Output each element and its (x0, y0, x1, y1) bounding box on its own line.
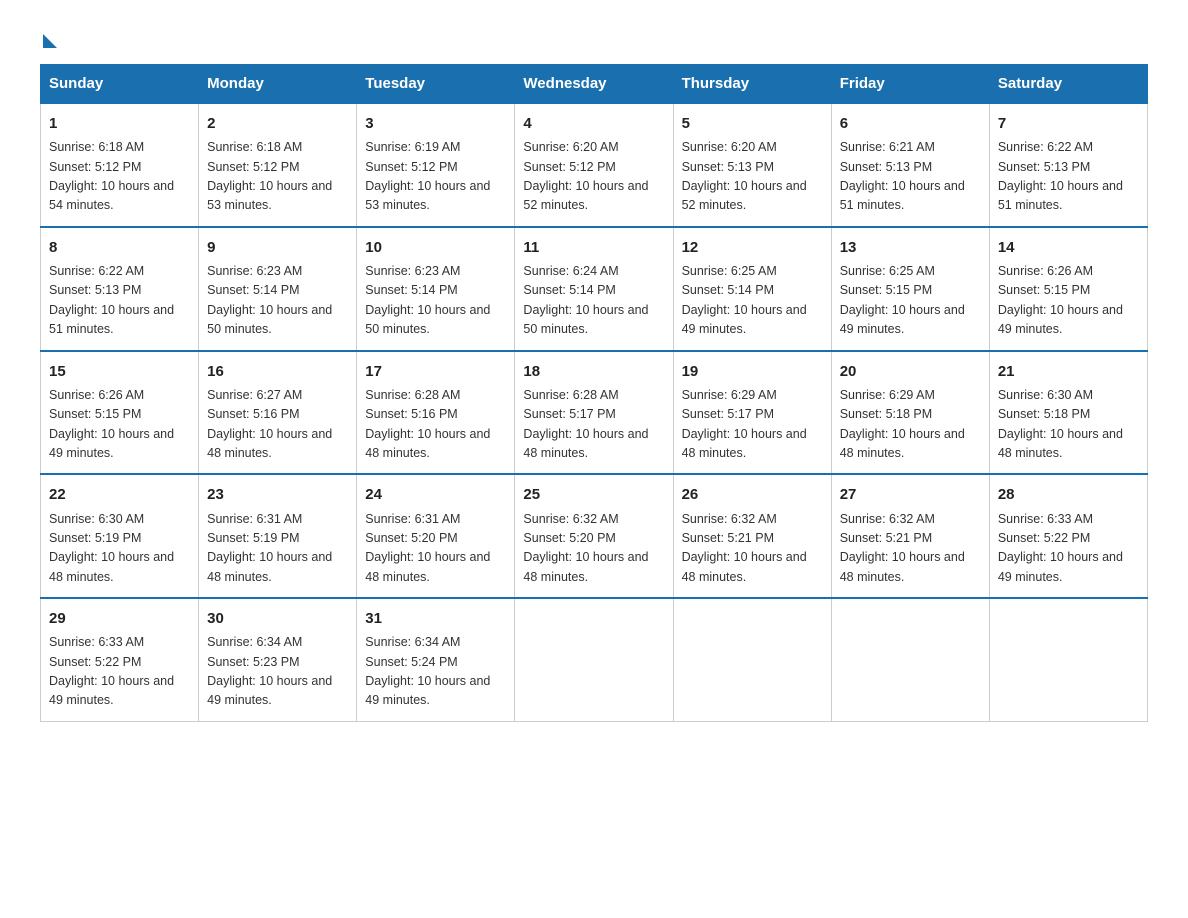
calendar-cell: 17Sunrise: 6:28 AMSunset: 5:16 PMDayligh… (357, 351, 515, 475)
week-row-2: 8Sunrise: 6:22 AMSunset: 5:13 PMDaylight… (41, 227, 1148, 351)
calendar-cell: 26Sunrise: 6:32 AMSunset: 5:21 PMDayligh… (673, 474, 831, 598)
col-header-friday: Friday (831, 65, 989, 104)
col-header-tuesday: Tuesday (357, 65, 515, 104)
calendar-cell: 30Sunrise: 6:34 AMSunset: 5:23 PMDayligh… (199, 598, 357, 721)
week-row-5: 29Sunrise: 6:33 AMSunset: 5:22 PMDayligh… (41, 598, 1148, 721)
day-number: 3 (365, 112, 506, 135)
calendar-cell: 24Sunrise: 6:31 AMSunset: 5:20 PMDayligh… (357, 474, 515, 598)
calendar-cell: 31Sunrise: 6:34 AMSunset: 5:24 PMDayligh… (357, 598, 515, 721)
day-number: 27 (840, 483, 981, 506)
day-number: 31 (365, 607, 506, 630)
day-number: 6 (840, 112, 981, 135)
calendar-cell: 14Sunrise: 6:26 AMSunset: 5:15 PMDayligh… (989, 227, 1147, 351)
calendar-cell: 22Sunrise: 6:30 AMSunset: 5:19 PMDayligh… (41, 474, 199, 598)
day-number: 9 (207, 236, 348, 259)
calendar-cell: 16Sunrise: 6:27 AMSunset: 5:16 PMDayligh… (199, 351, 357, 475)
calendar-cell: 11Sunrise: 6:24 AMSunset: 5:14 PMDayligh… (515, 227, 673, 351)
day-number: 4 (523, 112, 664, 135)
day-number: 20 (840, 360, 981, 383)
week-row-3: 15Sunrise: 6:26 AMSunset: 5:15 PMDayligh… (41, 351, 1148, 475)
calendar-cell (673, 598, 831, 721)
logo (40, 30, 57, 44)
calendar-cell: 19Sunrise: 6:29 AMSunset: 5:17 PMDayligh… (673, 351, 831, 475)
day-number: 29 (49, 607, 190, 630)
col-header-saturday: Saturday (989, 65, 1147, 104)
calendar-cell: 2Sunrise: 6:18 AMSunset: 5:12 PMDaylight… (199, 103, 357, 227)
day-number: 13 (840, 236, 981, 259)
calendar-cell: 6Sunrise: 6:21 AMSunset: 5:13 PMDaylight… (831, 103, 989, 227)
day-number: 16 (207, 360, 348, 383)
day-number: 21 (998, 360, 1139, 383)
day-number: 7 (998, 112, 1139, 135)
day-number: 5 (682, 112, 823, 135)
calendar-cell: 5Sunrise: 6:20 AMSunset: 5:13 PMDaylight… (673, 103, 831, 227)
day-number: 14 (998, 236, 1139, 259)
page-header (40, 30, 1148, 44)
day-number: 18 (523, 360, 664, 383)
day-number: 17 (365, 360, 506, 383)
calendar-table: SundayMondayTuesdayWednesdayThursdayFrid… (40, 64, 1148, 722)
calendar-cell: 12Sunrise: 6:25 AMSunset: 5:14 PMDayligh… (673, 227, 831, 351)
day-number: 15 (49, 360, 190, 383)
calendar-cell (515, 598, 673, 721)
calendar-cell: 1Sunrise: 6:18 AMSunset: 5:12 PMDaylight… (41, 103, 199, 227)
day-number: 19 (682, 360, 823, 383)
calendar-cell: 3Sunrise: 6:19 AMSunset: 5:12 PMDaylight… (357, 103, 515, 227)
day-number: 23 (207, 483, 348, 506)
calendar-cell: 29Sunrise: 6:33 AMSunset: 5:22 PMDayligh… (41, 598, 199, 721)
calendar-cell: 10Sunrise: 6:23 AMSunset: 5:14 PMDayligh… (357, 227, 515, 351)
day-number: 1 (49, 112, 190, 135)
calendar-cell: 25Sunrise: 6:32 AMSunset: 5:20 PMDayligh… (515, 474, 673, 598)
calendar-cell: 21Sunrise: 6:30 AMSunset: 5:18 PMDayligh… (989, 351, 1147, 475)
col-header-wednesday: Wednesday (515, 65, 673, 104)
week-row-4: 22Sunrise: 6:30 AMSunset: 5:19 PMDayligh… (41, 474, 1148, 598)
day-number: 28 (998, 483, 1139, 506)
calendar-cell: 18Sunrise: 6:28 AMSunset: 5:17 PMDayligh… (515, 351, 673, 475)
day-number: 8 (49, 236, 190, 259)
calendar-cell: 7Sunrise: 6:22 AMSunset: 5:13 PMDaylight… (989, 103, 1147, 227)
calendar-cell: 13Sunrise: 6:25 AMSunset: 5:15 PMDayligh… (831, 227, 989, 351)
calendar-cell: 15Sunrise: 6:26 AMSunset: 5:15 PMDayligh… (41, 351, 199, 475)
day-number: 11 (523, 236, 664, 259)
day-number: 2 (207, 112, 348, 135)
calendar-cell: 28Sunrise: 6:33 AMSunset: 5:22 PMDayligh… (989, 474, 1147, 598)
calendar-cell: 27Sunrise: 6:32 AMSunset: 5:21 PMDayligh… (831, 474, 989, 598)
col-header-monday: Monday (199, 65, 357, 104)
logo-arrow-icon (43, 34, 57, 48)
calendar-cell: 8Sunrise: 6:22 AMSunset: 5:13 PMDaylight… (41, 227, 199, 351)
day-number: 25 (523, 483, 664, 506)
week-row-1: 1Sunrise: 6:18 AMSunset: 5:12 PMDaylight… (41, 103, 1148, 227)
day-number: 26 (682, 483, 823, 506)
calendar-cell: 20Sunrise: 6:29 AMSunset: 5:18 PMDayligh… (831, 351, 989, 475)
day-number: 10 (365, 236, 506, 259)
calendar-cell: 9Sunrise: 6:23 AMSunset: 5:14 PMDaylight… (199, 227, 357, 351)
day-number: 30 (207, 607, 348, 630)
day-number: 24 (365, 483, 506, 506)
calendar-cell (831, 598, 989, 721)
day-number: 22 (49, 483, 190, 506)
day-number: 12 (682, 236, 823, 259)
calendar-cell (989, 598, 1147, 721)
col-header-sunday: Sunday (41, 65, 199, 104)
calendar-cell: 4Sunrise: 6:20 AMSunset: 5:12 PMDaylight… (515, 103, 673, 227)
calendar-cell: 23Sunrise: 6:31 AMSunset: 5:19 PMDayligh… (199, 474, 357, 598)
col-header-thursday: Thursday (673, 65, 831, 104)
